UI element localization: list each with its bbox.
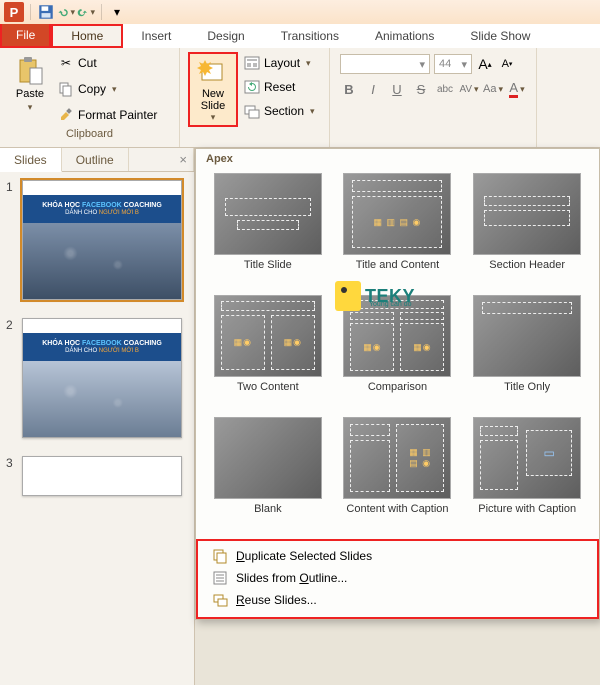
slide-number: 2: [6, 318, 16, 438]
clipboard-group-title: Clipboard: [8, 126, 171, 140]
font-size-combo[interactable]: 44▾: [434, 54, 472, 74]
tab-insert[interactable]: Insert: [123, 24, 189, 48]
slides-from-outline-item[interactable]: Slides from Outline...: [206, 567, 589, 589]
panel-close-icon[interactable]: ×: [129, 148, 194, 171]
paste-icon: [14, 54, 46, 86]
tab-animations[interactable]: Animations: [357, 24, 452, 48]
layout-section-header[interactable]: Section Header: [469, 173, 585, 285]
change-case-button[interactable]: Aa: [484, 80, 502, 98]
layout-two-content[interactable]: ▦◉▦◉ Two Content: [210, 295, 326, 407]
quick-access-toolbar: P ▾: [0, 0, 600, 24]
new-slide-icon: [197, 56, 229, 88]
reuse-slides-item[interactable]: Reuse Slides...: [206, 589, 589, 611]
copy-label: Copy: [78, 82, 106, 96]
strike-button[interactable]: S: [412, 80, 430, 98]
group-font: ▾ 44▾ A▴ A▾ B I U S abc AV Aa A: [330, 48, 537, 147]
layout-title-only[interactable]: Title Only: [469, 295, 585, 407]
italic-button[interactable]: I: [364, 80, 382, 98]
char-spacing-button[interactable]: AV: [460, 80, 478, 98]
panel-tab-outline[interactable]: Outline: [62, 148, 129, 171]
layout-icon: [244, 55, 260, 71]
format-painter-button[interactable]: Format Painter: [58, 104, 157, 126]
font-size-value: 44: [439, 58, 451, 70]
slide-thumbnail-3[interactable]: 3: [6, 456, 188, 496]
grow-font-icon[interactable]: A▴: [476, 55, 494, 73]
teky-tagline: Young can do: [369, 301, 412, 308]
underline-button[interactable]: U: [388, 80, 406, 98]
ribbon: Paste ▾ ✂ Cut Copy Format Painter Clipbo…: [0, 48, 600, 148]
text-shadow-button[interactable]: abc: [436, 80, 454, 98]
gallery-footer: Duplicate Selected Slides Slides from Ou…: [196, 539, 599, 619]
ribbon-tabs: File Home Insert Design Transitions Anim…: [0, 24, 600, 48]
teky-icon: [335, 281, 361, 311]
layout-content-caption[interactable]: ▦ ▥▤ ◉ Content with Caption: [340, 417, 456, 529]
qat-customize-icon[interactable]: ▾: [108, 3, 126, 21]
section-label: Section: [264, 104, 304, 118]
scissors-icon: ✂: [58, 55, 74, 71]
layout-label: Layout: [264, 56, 300, 70]
tab-home[interactable]: Home: [51, 24, 123, 48]
paste-button[interactable]: Paste ▾: [8, 52, 52, 126]
bold-button[interactable]: B: [340, 80, 358, 98]
font-color-button[interactable]: A: [508, 80, 526, 98]
layout-title-slide[interactable]: Title Slide: [210, 173, 326, 285]
new-slide-label: New Slide: [192, 88, 234, 112]
duplicate-slides-item[interactable]: Duplicate Selected Slides: [206, 545, 589, 567]
reset-button[interactable]: Reset: [244, 76, 315, 98]
cut-button[interactable]: ✂ Cut: [58, 52, 157, 74]
copy-icon: [58, 81, 74, 97]
reuse-icon: [212, 592, 228, 608]
tab-design[interactable]: Design: [189, 24, 262, 48]
slide-thumbnail-1[interactable]: 1 KHÓA HỌC FACEBOOK COACHING DÀNH CHO NG…: [6, 180, 188, 300]
app-logo-icon: P: [4, 2, 24, 22]
slide-number: 3: [6, 456, 16, 496]
teky-logo-overlay: TEKY Young can do: [335, 281, 415, 311]
section-icon: [244, 103, 260, 119]
layout-button[interactable]: Layout: [244, 52, 315, 74]
copy-button[interactable]: Copy: [58, 78, 157, 100]
format-painter-label: Format Painter: [78, 108, 157, 122]
layout-comparison[interactable]: ▦◉▦◉ Comparison: [340, 295, 456, 407]
redo-icon[interactable]: [77, 3, 95, 21]
shrink-font-icon[interactable]: A▾: [498, 55, 516, 73]
group-clipboard: Paste ▾ ✂ Cut Copy Format Painter Clipbo…: [0, 48, 180, 147]
gallery-theme-name: Apex: [196, 149, 599, 167]
layout-blank[interactable]: Blank: [210, 417, 326, 529]
brush-icon: [58, 107, 74, 123]
slides-panel: Slides Outline × 1 KHÓA HỌC FACEBOOK COA…: [0, 148, 195, 685]
section-button[interactable]: Section: [244, 100, 315, 122]
layout-title-content[interactable]: ▦ ▥ ▤ ◉ Title and Content: [340, 173, 456, 285]
new-slide-button[interactable]: New Slide ▾: [188, 52, 238, 127]
outline-icon: [212, 570, 228, 586]
reset-icon: [244, 79, 260, 95]
duplicate-icon: [212, 548, 228, 564]
paste-label: Paste: [16, 88, 44, 100]
undo-icon[interactable]: [57, 3, 75, 21]
tab-slideshow[interactable]: Slide Show: [452, 24, 548, 48]
slide-number: 1: [6, 180, 16, 300]
slide-thumbnail-2[interactable]: 2 KHÓA HỌC FACEBOOK COACHING DÀNH CHO NG…: [6, 318, 188, 438]
tab-file[interactable]: File: [0, 24, 51, 48]
reset-label: Reset: [264, 80, 295, 94]
save-icon[interactable]: [37, 3, 55, 21]
panel-tab-slides[interactable]: Slides: [0, 148, 62, 172]
layout-picture-caption[interactable]: ▭ Picture with Caption: [469, 417, 585, 529]
font-name-combo[interactable]: ▾: [340, 54, 430, 74]
tab-transitions[interactable]: Transitions: [263, 24, 357, 48]
new-slide-gallery: Apex Title Slide ▦ ▥ ▤ ◉ Title and Conte…: [195, 148, 600, 620]
group-slides: New Slide ▾ Layout Reset Section: [180, 48, 330, 147]
cut-label: Cut: [78, 56, 97, 70]
